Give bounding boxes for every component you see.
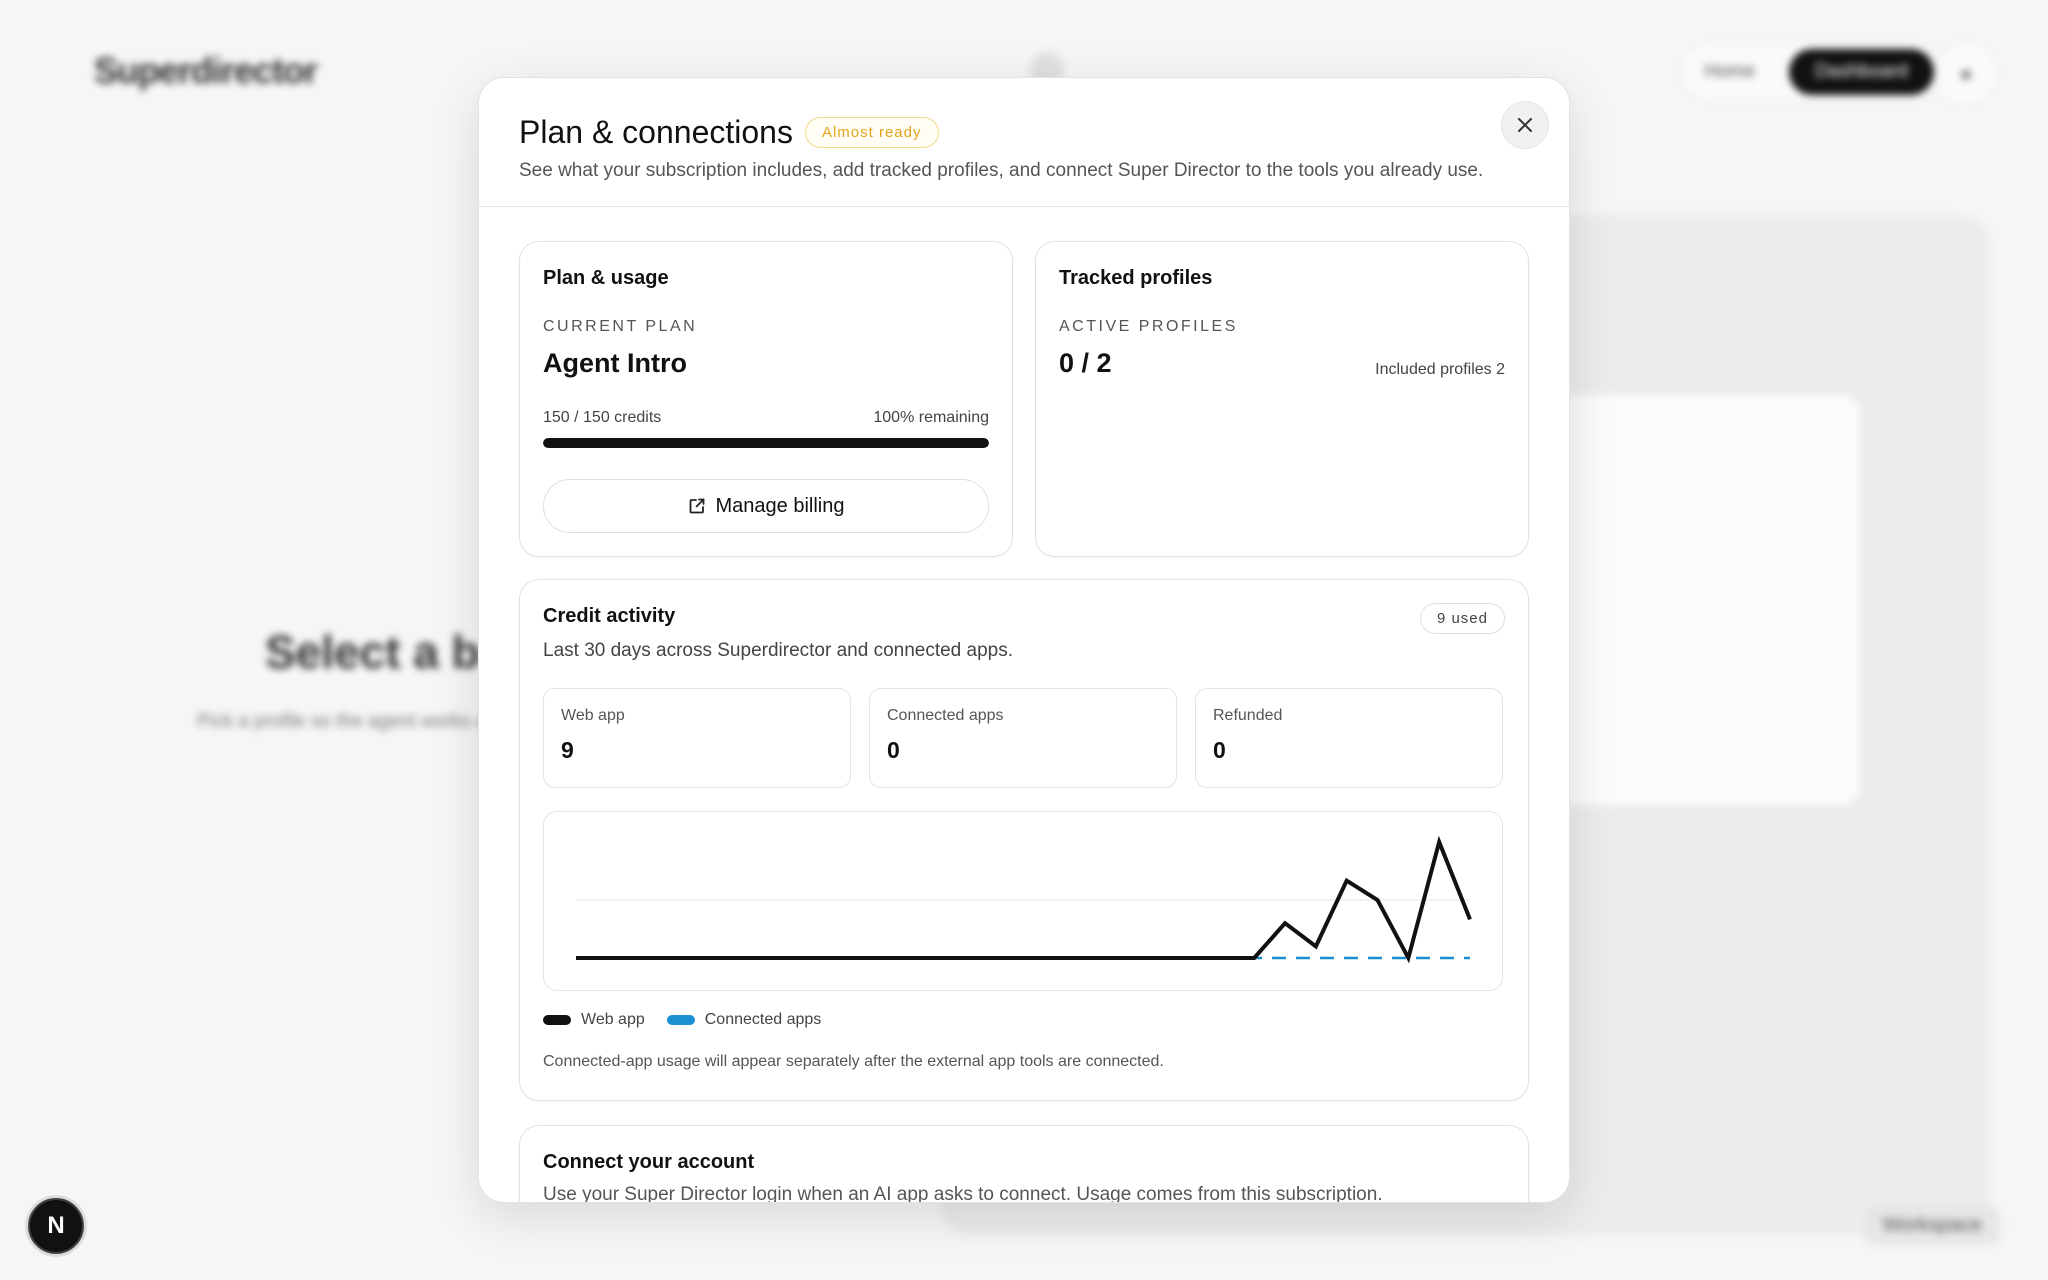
used-badge: 9 used <box>1419 603 1505 634</box>
user-icon: ● <box>1959 61 1973 86</box>
credit-activity-chart <box>543 811 1503 991</box>
nav-home-link[interactable]: Home <box>1686 51 1773 93</box>
active-profiles-label: ACTIVE PROFILES <box>1059 318 1238 335</box>
stat-label: Web app <box>561 707 625 724</box>
chart-svg <box>576 835 1472 964</box>
plan-connections-modal: Plan & connections Almost ready See what… <box>478 77 1570 1203</box>
chart-legend: Web app Connected apps <box>543 1011 821 1029</box>
external-link-icon <box>689 498 704 514</box>
stat-value: 0 <box>1213 737 1226 763</box>
credits-row: 150 / 150 credits 100% remaining <box>543 409 989 427</box>
connect-subtitle: Use your Super Director login when an AI… <box>543 1184 1383 1203</box>
activity-footnote: Connected-app usage will appear separate… <box>543 1053 1164 1070</box>
included-profiles-text: Included profiles 2 <box>1375 361 1505 378</box>
profiles-card-title: Tracked profiles <box>1059 267 1213 289</box>
legend-label: Web app <box>581 1011 645 1028</box>
connect-account-card: Connect your account Use your Super Dire… <box>519 1125 1529 1203</box>
stat-label: Refunded <box>1213 707 1283 724</box>
top-nav: Home Dashboard <box>1682 45 1938 99</box>
tracked-profiles-card: Tracked profiles ACTIVE PROFILES 0 / 2 I… <box>1035 241 1529 557</box>
modal-description: See what your subscription includes, add… <box>519 160 1484 181</box>
stat-value: 0 <box>887 737 900 763</box>
next-dev-badge[interactable]: N <box>28 1198 84 1254</box>
connect-card-title: Connect your account <box>543 1151 755 1173</box>
manage-billing-label: Manage billing <box>715 494 845 517</box>
current-plan-label: CURRENT PLAN <box>543 318 698 335</box>
stat-label: Connected apps <box>887 707 1004 724</box>
activity-card-title: Credit activity <box>543 605 676 627</box>
modal-title-row: Plan & connections Almost ready <box>519 114 939 151</box>
close-button[interactable] <box>1501 101 1549 149</box>
close-icon <box>1518 118 1532 132</box>
active-profiles-value: 0 / 2 <box>1059 348 1112 378</box>
modal-header: Plan & connections Almost ready See what… <box>479 78 1569 207</box>
activity-subtitle: Last 30 days across Superdirector and co… <box>543 640 1014 661</box>
stat-refunded: Refunded 0 <box>1195 688 1503 788</box>
credits-progress-bar <box>543 438 989 448</box>
stat-value: 9 <box>561 737 574 763</box>
credits-text: 150 / 150 credits <box>543 409 662 426</box>
stat-web-app: Web app 9 <box>543 688 851 788</box>
nav-dashboard-link[interactable]: Dashboard <box>1789 49 1934 95</box>
empty-state-title: Select a br <box>265 626 498 678</box>
remaining-text: 100% remaining <box>873 409 989 426</box>
legend-item-web-app: Web app <box>543 1011 645 1029</box>
app-logo: Superdirector <box>94 50 318 91</box>
user-avatar[interactable]: ● <box>1936 44 1996 104</box>
legend-label: Connected apps <box>704 1011 822 1028</box>
credits-progress-fill <box>543 438 989 448</box>
credit-activity-card: Credit activity 9 used Last 30 days acro… <box>519 579 1529 1101</box>
legend-swatch <box>666 1015 695 1025</box>
plan-card-title: Plan & usage <box>543 267 669 289</box>
manage-billing-button[interactable]: Manage billing <box>543 479 989 533</box>
legend-item-connected-apps: Connected apps <box>666 1011 822 1029</box>
modal-title: Plan & connections <box>519 114 793 150</box>
status-badge: Almost ready <box>804 117 939 148</box>
workspace-switcher[interactable]: Workspace <box>1864 1206 2000 1245</box>
legend-swatch <box>543 1015 571 1025</box>
stat-connected-apps: Connected apps 0 <box>869 688 1177 788</box>
plan-name: Agent Intro <box>543 348 687 378</box>
plan-usage-card: Plan & usage CURRENT PLAN Agent Intro 15… <box>519 241 1013 557</box>
